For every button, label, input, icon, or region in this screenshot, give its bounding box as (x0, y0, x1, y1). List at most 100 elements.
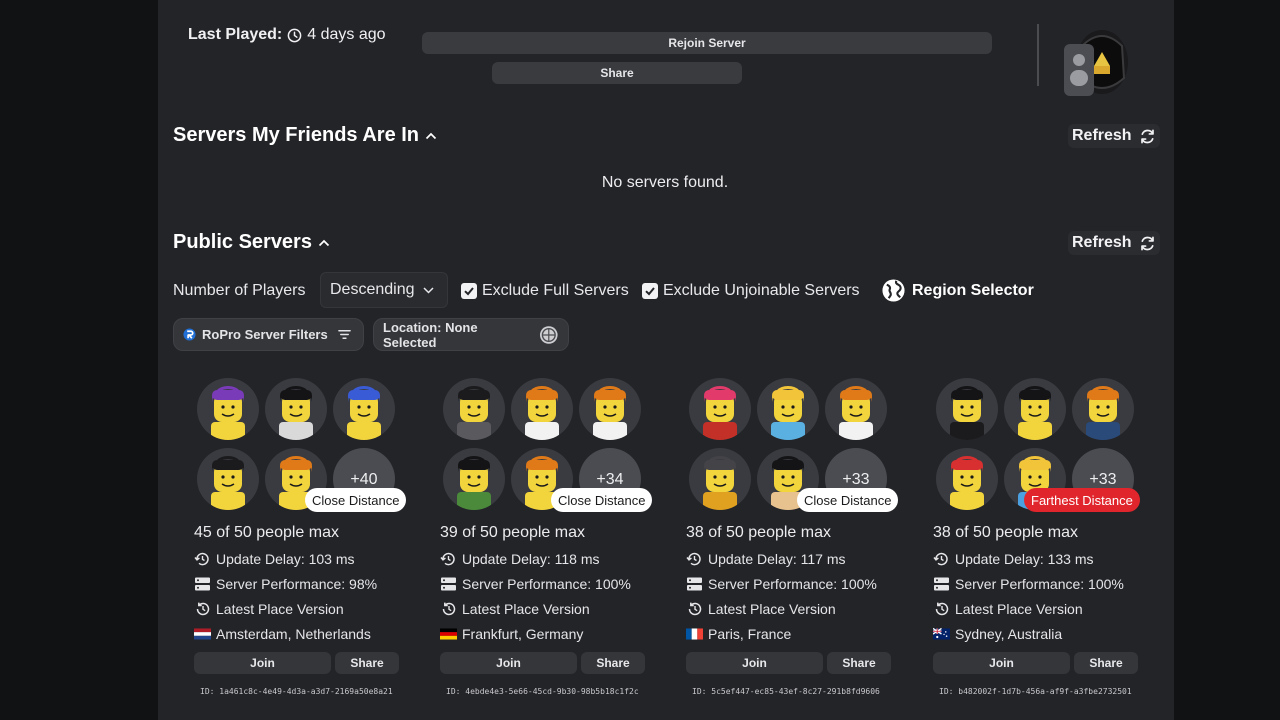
server-location-text: Sydney, Australia (955, 626, 1063, 642)
ropro-logo-icon (183, 328, 196, 341)
friends-refresh-button[interactable]: Refresh (1068, 124, 1160, 148)
no-servers-message: No servers found. (601, 174, 729, 191)
exclude-full-label: Exclude Full Servers (482, 282, 629, 299)
location-filter-label: Location: None Selected (383, 319, 478, 350)
server-location-text: Amsterdam, Netherlands (216, 626, 371, 642)
player-avatar[interactable] (689, 448, 751, 510)
share-button[interactable]: Share (492, 62, 742, 84)
player-avatar[interactable] (197, 448, 259, 510)
distance-badge: Close Distance (305, 488, 407, 512)
server-performance-text: Server Performance: 98% (216, 576, 378, 592)
distance-badge: Close Distance (551, 488, 653, 512)
sort-order-dropdown[interactable]: Descending (320, 272, 448, 308)
rejoin-server-button[interactable]: Rejoin Server (422, 32, 992, 54)
share-button[interactable]: Share (1074, 652, 1138, 674)
player-avatar[interactable] (579, 378, 641, 440)
friend-avatar[interactable] (1064, 28, 1132, 100)
place-version-text: Latest Place Version (708, 601, 836, 617)
history-icon (442, 602, 456, 616)
server-location-text: Frankfurt, Germany (462, 626, 584, 642)
server-performance: Server Performance: 100% (933, 576, 1143, 592)
player-count: 38 of 50 people max (686, 524, 831, 541)
player-avatar[interactable] (265, 378, 327, 440)
place-version: Latest Place Version (686, 601, 896, 617)
player-avatars: +34 Close Distance (443, 378, 653, 512)
join-button[interactable]: Join (933, 652, 1070, 674)
player-avatar[interactable] (689, 378, 751, 440)
region-selector-label: Region Selector (912, 281, 1034, 299)
player-avatar[interactable] (936, 448, 998, 510)
player-avatar[interactable] (825, 378, 887, 440)
server-location-text: Paris, France (708, 626, 792, 642)
server-performance-icon (441, 577, 456, 591)
server-location: Amsterdam, Netherlands (194, 626, 404, 642)
update-delay: Update Delay: 118 ms (440, 551, 650, 567)
exclude-full-servers-checkbox[interactable]: Exclude Full Servers (461, 282, 629, 300)
exclude-unjoinable-servers-checkbox[interactable]: Exclude Unjoinable Servers (642, 282, 860, 300)
refresh-label: Refresh (1072, 127, 1132, 144)
update-delay-icon (933, 552, 948, 566)
exclude-unjoinable-label: Exclude Unjoinable Servers (663, 282, 860, 299)
number-of-players-label: Number of Players (173, 282, 306, 299)
server-performance-text: Server Performance: 100% (708, 576, 877, 592)
update-delay: Update Delay: 103 ms (194, 551, 404, 567)
share-button[interactable]: Share (335, 652, 399, 674)
history-icon (688, 602, 702, 616)
server-performance-icon (934, 577, 949, 591)
place-version-text: Latest Place Version (955, 601, 1083, 617)
share-button[interactable]: Share (581, 652, 645, 674)
server-card: +33 Farthest Distance 38 of 50 people max U… (933, 378, 1143, 708)
player-avatar[interactable] (511, 378, 573, 440)
update-delay-icon (194, 552, 209, 566)
flag-germany-icon (440, 628, 457, 640)
public-refresh-button[interactable]: Refresh (1068, 231, 1160, 255)
update-delay-icon (686, 552, 701, 566)
refresh-icon (1141, 236, 1154, 250)
last-played-label: Last Played: (188, 26, 283, 43)
share-button[interactable]: Share (827, 652, 891, 674)
region-selector-button[interactable]: Region Selector (881, 278, 1034, 303)
checkbox-checked-icon[interactable] (642, 283, 658, 299)
player-avatar[interactable] (1072, 378, 1134, 440)
update-delay-icon (440, 552, 455, 566)
flag-australia-icon (933, 627, 950, 640)
join-button[interactable]: Join (194, 652, 331, 674)
server-id: ID: b482002f-1d7b-456a-af9f-a3fbe2732501 (939, 687, 1132, 696)
player-avatar[interactable] (936, 378, 998, 440)
player-avatar[interactable] (443, 378, 505, 440)
server-performance: Server Performance: 100% (440, 576, 650, 592)
place-version: Latest Place Version (194, 601, 404, 617)
location-filter-button[interactable]: Location: None Selected (373, 318, 569, 351)
update-delay-text: Update Delay: 133 ms (955, 551, 1094, 567)
join-button[interactable]: Join (686, 652, 823, 674)
server-card: +40 Close Distance 45 of 50 people max Upda… (194, 378, 407, 708)
place-version: Latest Place Version (933, 601, 1143, 617)
join-button[interactable]: Join (440, 652, 577, 674)
player-avatar[interactable] (1004, 378, 1066, 440)
place-version-text: Latest Place Version (462, 601, 590, 617)
server-performance: Server Performance: 100% (686, 576, 896, 592)
server-performance-icon (195, 577, 210, 591)
history-icon (935, 602, 949, 616)
history-icon (196, 602, 210, 616)
server-performance: Server Performance: 98% (194, 576, 404, 592)
refresh-icon (1141, 129, 1154, 143)
server-performance-text: Server Performance: 100% (462, 576, 631, 592)
refresh-label: Refresh (1072, 234, 1132, 251)
public-section-title[interactable]: Public Servers (173, 231, 330, 254)
update-delay-text: Update Delay: 103 ms (216, 551, 355, 567)
server-location: Paris, France (686, 626, 896, 642)
sort-order-value: Descending (330, 281, 415, 298)
chevron-up-icon (318, 239, 330, 246)
player-avatar[interactable] (197, 378, 259, 440)
chevron-up-icon (425, 132, 437, 139)
player-avatar[interactable] (333, 378, 395, 440)
friends-section-title[interactable]: Servers My Friends Are In (173, 124, 437, 147)
update-delay: Update Delay: 133 ms (933, 551, 1143, 567)
ropro-server-filters-button[interactable]: RoPro Server Filters (173, 318, 364, 351)
server-card: +33 Close Distance 38 of 50 people max Upda… (686, 378, 899, 708)
checkbox-checked-icon[interactable] (461, 283, 477, 299)
player-avatar[interactable] (443, 448, 505, 510)
player-avatar[interactable] (757, 378, 819, 440)
server-id: ID: 4ebde4e3-5e66-45cd-9b30-98b5b18c1f2c (446, 687, 639, 696)
